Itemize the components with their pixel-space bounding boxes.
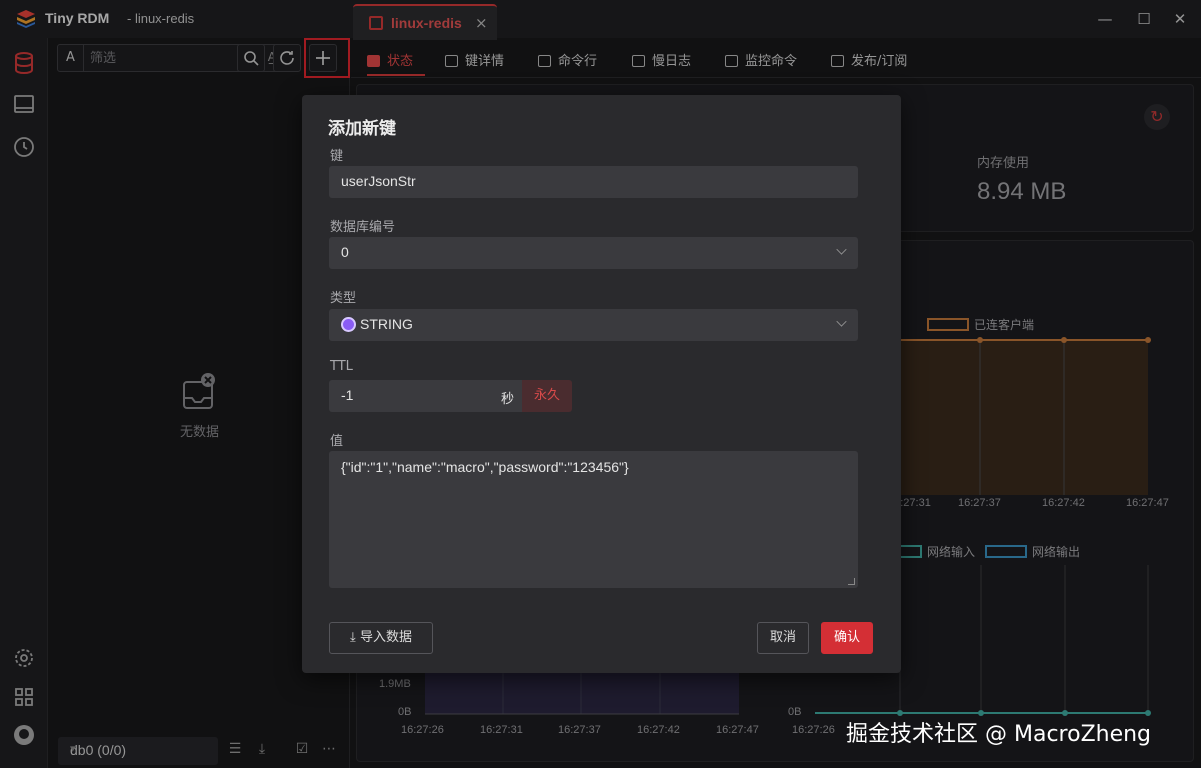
type-select-value: STRING [341,316,413,332]
ttl-input[interactable]: -1 秒 [329,380,522,412]
ttl-permanent-button[interactable]: 永久 [522,380,572,412]
value-text: {"id":"1","name":"macro","password":"123… [341,459,629,475]
dialog-title: 添加新键 [328,119,396,139]
import-icon: ⤓ [350,630,360,645]
db-label: 数据库编号 [330,220,396,235]
type-select[interactable]: STRING [329,309,858,341]
chevron-down-icon [836,244,847,255]
db-select-value: 0 [341,244,349,260]
key-input[interactable]: userJsonStr [329,166,858,198]
key-label: 键 [330,149,344,164]
ttl-group: -1 秒 永久 [329,380,572,412]
type-label: 类型 [330,291,357,306]
value-label: 值 [330,434,344,449]
import-label: 导入数据 [359,630,412,645]
ttl-label: TTL [330,359,353,374]
ttl-input-value: -1 [341,387,354,403]
add-key-dialog: 添加新键 键 userJsonStr 数据库编号 0 类型 STRING TTL… [302,95,901,673]
resize-handle[interactable] [848,578,855,585]
confirm-button[interactable]: 确认 [821,622,873,654]
chevron-down-icon [836,316,847,327]
watermark: 掘金技术社区 @ MacroZheng [846,722,1152,747]
string-type-icon [341,317,356,332]
value-textarea[interactable]: {"id":"1","name":"macro","password":"123… [329,451,858,588]
cancel-button[interactable]: 取消 [757,622,809,654]
import-data-button[interactable]: ⤓ 导入数据 [329,622,433,654]
app-window: Tiny RDM - linux-redis linux-redis × — ☐… [0,0,1201,768]
key-input-value: userJsonStr [341,173,416,189]
type-text: STRING [360,316,413,332]
ttl-unit: 秒 [500,392,514,407]
db-select[interactable]: 0 [329,237,858,269]
